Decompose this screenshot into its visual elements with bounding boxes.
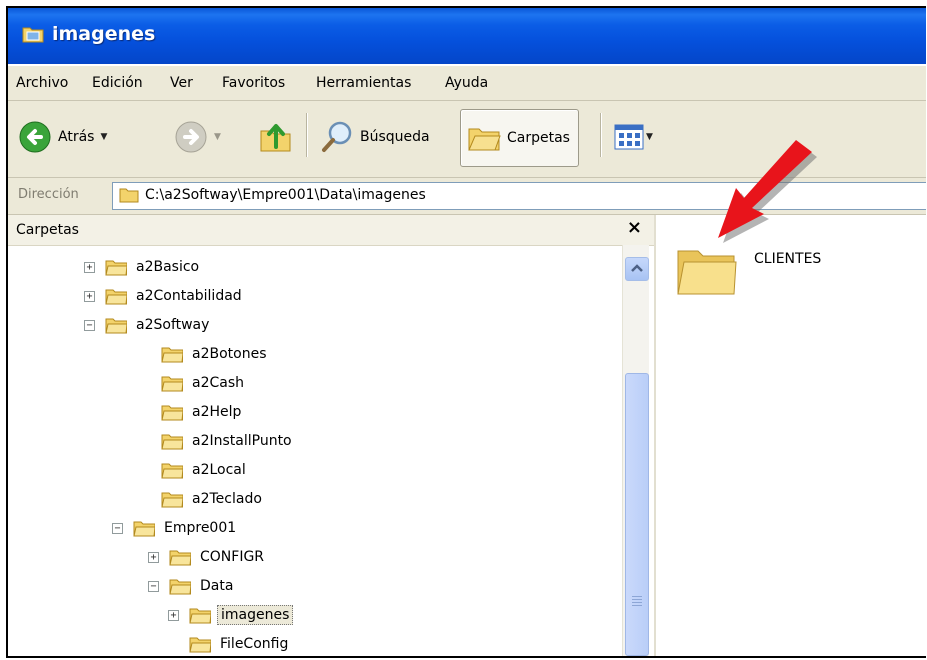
scroll-thumb[interactable] [625,373,649,656]
tree-item-a2botones[interactable]: a2Botones [161,340,270,368]
folder-icon [161,463,183,479]
tree-item-label: a2Botones [192,346,267,362]
collapse-icon[interactable]: − [112,522,123,534]
back-dropdown-icon[interactable]: ▼ [100,132,107,142]
search-button[interactable]: Búsqueda [320,109,430,165]
folder-up-icon [260,124,291,152]
tree-item-label: a2InstallPunto [192,433,292,449]
folder-icon [161,434,183,450]
folder-icon [189,637,211,653]
folders-pane-header: Carpetas × [8,215,654,246]
collapse-icon[interactable]: − [148,580,159,592]
window-title: imagenes [52,23,156,45]
tree-item-data[interactable]: − Data [148,572,236,600]
folder-icon [189,608,211,624]
folders-label: Carpetas [507,130,570,146]
folder-pictures-icon [22,27,44,43]
tree-item-label: a2Softway [136,317,210,333]
item-label: CLIENTES [754,251,822,267]
tree-item-a2cash[interactable]: a2Cash [161,369,247,397]
search-label: Búsqueda [360,129,430,145]
views-dropdown-icon[interactable]: ▼ [646,132,653,142]
tree-item-label: Data [200,578,234,594]
close-icon[interactable]: × [627,217,642,238]
vertical-scrollbar[interactable] [622,245,649,656]
tree-item-label: a2Contabilidad [136,288,242,304]
up-button[interactable] [258,109,294,165]
views-grid-icon [614,124,644,150]
content-pane: CLIENTES [656,215,926,656]
tree-item-a2basico[interactable]: + a2Basico [84,253,202,281]
menu-ver[interactable]: Ver [170,75,193,91]
search-icon [322,121,352,152]
address-path: C:\a2Softway\Empre001\Data\imagenes [145,187,426,203]
menu-ayuda[interactable]: Ayuda [445,75,488,91]
folder-icon [169,579,191,595]
tree-item-label: FileConfig [220,636,289,652]
tree-item-label: a2Teclado [192,491,262,507]
expand-icon[interactable]: + [168,609,179,621]
forward-dropdown-icon[interactable]: ▼ [214,132,221,142]
chevron-up-icon [631,264,643,272]
tree-item-a2contabilidad[interactable]: + a2Contabilidad [84,282,245,310]
title-bar[interactable]: imagenes [8,8,926,64]
folder-icon [161,347,183,363]
tree-item-label: CONFIGR [200,549,265,565]
expand-icon[interactable]: + [84,261,95,273]
tree-item-label: a2Cash [192,375,245,391]
expand-icon[interactable]: + [148,551,159,563]
address-label: Dirección [18,187,79,202]
explorer-window: imagenes Archivo Edición Ver Favoritos H… [6,6,926,658]
menu-favoritos[interactable]: Favoritos [222,75,285,91]
back-button[interactable]: Atrás ▼ [18,109,107,165]
folders-icon [468,128,501,151]
folder-icon [161,492,183,508]
folders-button[interactable]: Carpetas [460,109,579,167]
menu-bar: Archivo Edición Ver Favoritos Herramient… [8,66,926,101]
folder-icon [119,188,139,203]
folder-icon [105,289,127,305]
folder-icon [169,550,191,566]
folder-icon [133,521,155,537]
red-pointer-arrow [718,140,817,243]
tree-item-label: a2Basico [136,259,200,275]
folder-icon [161,376,183,392]
tree-item-empre001[interactable]: − Empre001 [112,514,239,542]
collapse-icon[interactable]: − [84,319,95,331]
tree-item-label: imagenes [217,605,294,625]
views-button[interactable]: ▼ [614,109,653,165]
tree-item-a2teclado[interactable]: a2Teclado [161,485,265,513]
forward-arrow-icon [175,121,207,153]
folders-pane: Carpetas × + a2Basico + a2Contabilidad − a2So… [8,215,656,656]
tree-item-label: a2Local [192,462,246,478]
tree-item-a2softway[interactable]: − a2Softway [84,311,212,339]
folder-icon [105,318,127,334]
folders-pane-title: Carpetas [16,222,79,238]
menu-archivo[interactable]: Archivo [16,75,68,91]
expand-icon[interactable]: + [84,290,95,302]
menu-edicion[interactable]: Edición [92,75,143,91]
back-arrow-icon [19,121,51,153]
menu-herramientas[interactable]: Herramientas [316,75,411,91]
tree-item-a2local[interactable]: a2Local [161,456,249,484]
tree-item-imagenes[interactable]: + imagenes [168,601,294,629]
folder-icon [161,405,183,421]
tree-item-configr[interactable]: + CONFIGR [148,543,267,571]
tree-item-fileconfig[interactable]: FileConfig [189,630,291,656]
scroll-up-button[interactable] [625,257,649,281]
forward-button[interactable]: ▼ [174,109,221,165]
back-label: Atrás [58,129,95,145]
tree-item-a2help[interactable]: a2Help [161,398,244,426]
tree-item-label: a2Help [192,404,242,420]
folder-icon [105,260,127,276]
tree-item-label: Empre001 [164,520,237,536]
tree-item-a2installpunto[interactable]: a2InstallPunto [161,427,295,455]
